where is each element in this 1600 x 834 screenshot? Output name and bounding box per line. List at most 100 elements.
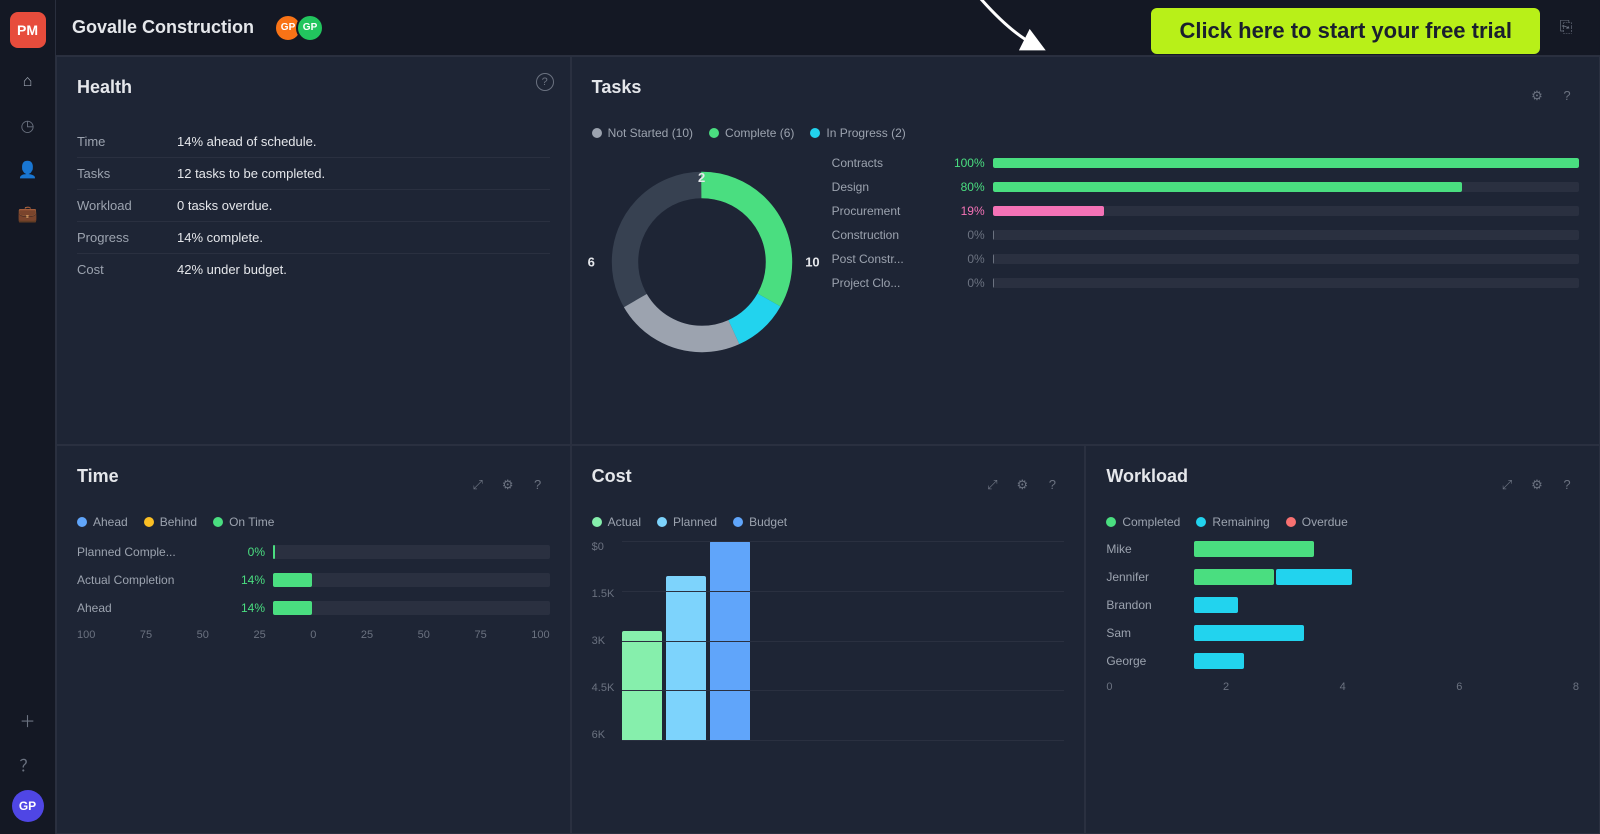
health-panel: Health ? Time 14% ahead of schedule. Tas… [56,56,571,445]
dashboard: Health ? Time 14% ahead of schedule. Tas… [56,56,1600,834]
health-row-cost: Cost 42% under budget. [77,254,550,285]
health-value-time: 14% ahead of schedule. [177,134,317,149]
legend-complete: Complete (6) [709,126,794,140]
tasks-panel: Tasks ⚙ ? Not Started (10) Complete (6) [571,56,1600,445]
time-legend-behind: Behind [144,515,197,529]
workload-row-sam: Sam [1106,625,1579,641]
time-row-planned: Planned Comple... 0% [77,545,550,559]
sidebar-item-home[interactable]: ⌂ [10,64,46,100]
cost-legend-actual: Actual [592,515,641,529]
time-header: Time ⤢ ⚙ ? [77,466,550,503]
workload-row-mike: Mike [1106,541,1579,557]
legend-not-started: Not Started (10) [592,126,693,140]
time-expand-icon[interactable]: ⤢ [466,473,490,497]
cost-help-icon[interactable]: ? [1040,473,1064,497]
sidebar: PM ⌂ ◷ 👤 💼 ＋ ？ GP [0,0,56,834]
legend-dot-complete [709,128,719,138]
time-row-actual: Actual Completion 14% [77,573,550,587]
wl-legend-overdue: Overdue [1286,515,1348,529]
cost-panel-icons: ⤢ ⚙ ? [980,473,1064,497]
free-trial-banner[interactable]: Click here to start your free trial [1151,8,1540,54]
app-logo[interactable]: PM [10,12,46,48]
wl-legend-remaining: Remaining [1196,515,1269,529]
health-row-tasks: Tasks 12 tasks to be completed. [77,158,550,190]
sidebar-item-portfolio[interactable]: 💼 [10,196,46,232]
cost-y-labels: 6K 4.5K 3K 1.5K $0 [592,541,615,741]
workload-panel: Workload ⤢ ⚙ ? Completed Remaining [1085,445,1600,834]
cost-bar-budget [710,541,750,741]
health-row-time: Time 14% ahead of schedule. [77,126,550,158]
donut-label-right: 10 [805,255,819,270]
sidebar-item-time[interactable]: ◷ [10,108,46,144]
legend-dot-not-started [592,128,602,138]
tasks-gear-icon[interactable]: ⚙ [1525,84,1549,108]
time-panel: Time ⤢ ⚙ ? Ahead Behind On Tim [56,445,571,834]
time-row-ahead: Ahead 14% [77,601,550,615]
time-title: Time [77,466,119,487]
health-value-cost: 42% under budget. [177,262,287,277]
cost-title: Cost [592,466,632,487]
cost-bar-group [622,541,750,741]
tasks-legend: Not Started (10) Complete (6) In Progres… [592,126,1579,140]
sidebar-user-avatar[interactable]: GP [12,790,44,822]
topbar: Govalle Construction GP GP ≡ ⋮⋮ ≣ ⊞ ✓ ▦ … [56,0,1600,56]
cost-header: Cost ⤢ ⚙ ? [592,466,1065,503]
cost-legend-budget: Budget [733,515,787,529]
sidebar-item-add[interactable]: ＋ [10,702,46,738]
health-value-workload: 0 tasks overdue. [177,198,272,213]
workload-axis: 0 2 4 6 8 [1106,681,1579,693]
cost-expand-icon[interactable]: ⤢ [980,473,1004,497]
sidebar-item-help[interactable]: ？ [10,746,46,782]
health-label-cost: Cost [77,262,177,277]
health-label-time: Time [77,134,177,149]
time-gear-icon[interactable]: ⚙ [496,473,520,497]
tasks-categories: Contracts 100% Design 80% [832,152,1579,424]
page-title: Govalle Construction [72,17,254,38]
time-legend-ahead: Ahead [77,515,128,529]
cost-chart-area: 6K 4.5K 3K 1.5K $0 [592,541,1065,741]
tasks-title: Tasks [592,77,642,98]
donut-label-left: 6 [588,255,595,270]
health-label-workload: Workload [77,198,177,213]
tasks-donut: 2 10 6 [592,152,812,372]
legend-dot-in-progress [810,128,820,138]
time-legend-on-time: On Time [213,515,274,529]
health-row-workload: Workload 0 tasks overdue. [77,190,550,222]
health-value-tasks: 12 tasks to be completed. [177,166,325,181]
tasks-help-icon[interactable]: ? [1555,84,1579,108]
tool-docs[interactable]: ⎘ [1548,10,1584,46]
workload-help-icon[interactable]: ? [1555,473,1579,497]
sidebar-item-people[interactable]: 👤 [10,152,46,188]
cost-bar-actual [622,631,662,741]
workload-row-jennifer: Jennifer [1106,569,1579,585]
health-label-tasks: Tasks [77,166,177,181]
task-cat-construction: Construction 0% [832,228,1579,242]
donut-label-top: 2 [698,170,705,185]
legend-in-progress: In Progress (2) [810,126,905,140]
workload-expand-icon[interactable]: ⤢ [1495,473,1519,497]
workload-chart: Mike Jennifer Brandon [1106,541,1579,669]
health-label-progress: Progress [77,230,177,245]
cost-bar-planned [666,576,706,741]
health-table: Time 14% ahead of schedule. Tasks 12 tas… [77,126,550,285]
avatar-2[interactable]: GP [296,14,324,42]
workload-row-brandon: Brandon [1106,597,1579,613]
wl-legend-completed: Completed [1106,515,1180,529]
task-cat-post-constr: Post Constr... 0% [832,252,1579,266]
task-cat-procurement: Procurement 19% [832,204,1579,218]
task-cat-contracts: Contracts 100% [832,156,1579,170]
health-row-progress: Progress 14% complete. [77,222,550,254]
workload-title: Workload [1106,466,1188,487]
health-value-progress: 14% complete. [177,230,263,245]
cost-legend-planned: Planned [657,515,717,529]
workload-gear-icon[interactable]: ⚙ [1525,473,1549,497]
donut-svg [592,152,812,372]
health-help-icon[interactable]: ? [536,73,554,91]
time-help-icon[interactable]: ? [526,473,550,497]
time-axis: 100 75 50 25 0 25 50 75 100 [77,629,550,641]
cost-gear-icon[interactable]: ⚙ [1010,473,1034,497]
health-title: Health [77,77,132,98]
tasks-header: Tasks ⚙ ? [592,77,1579,114]
main-content: Govalle Construction GP GP ≡ ⋮⋮ ≣ ⊞ ✓ ▦ … [56,0,1600,834]
tasks-body: 2 10 6 [592,152,1579,424]
